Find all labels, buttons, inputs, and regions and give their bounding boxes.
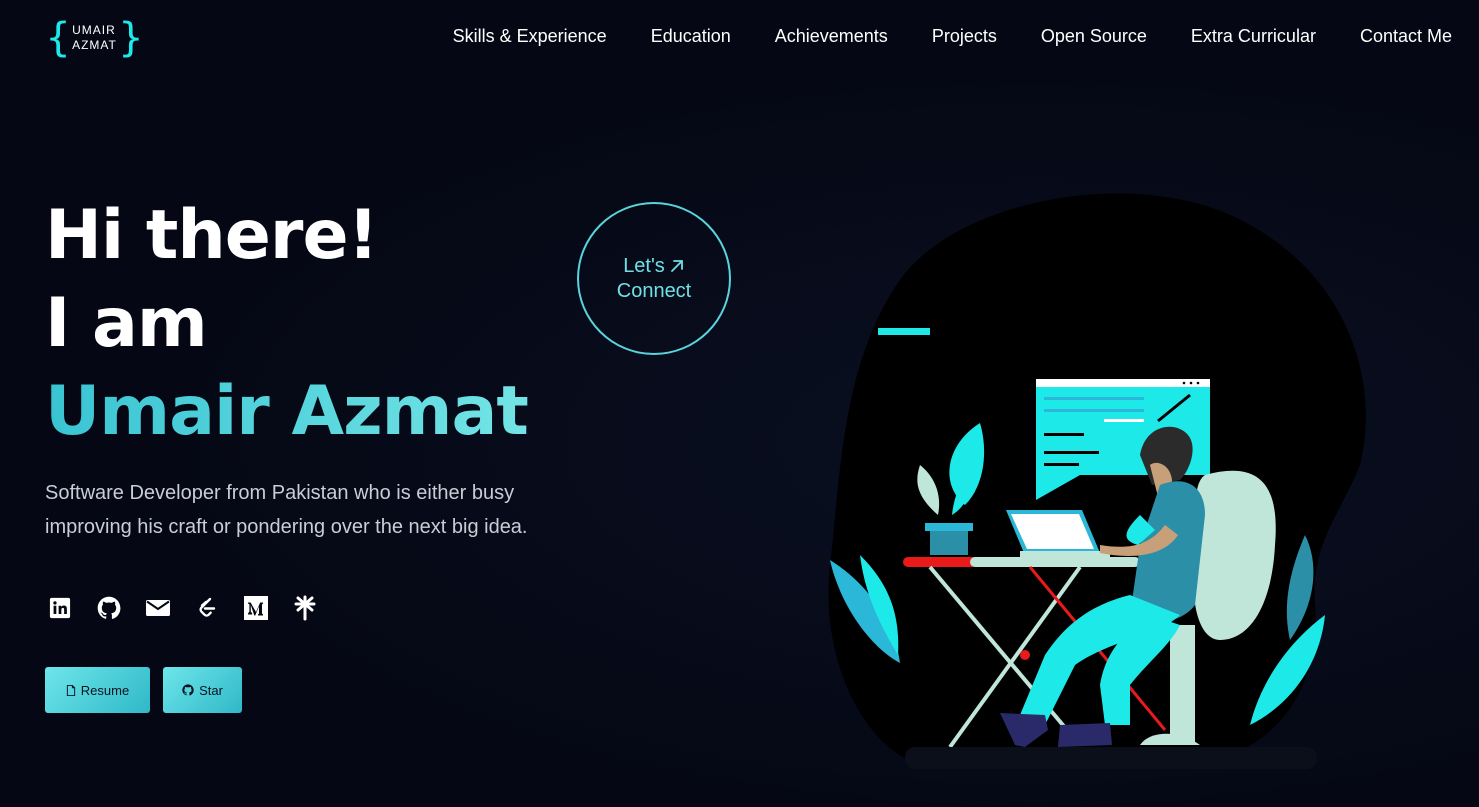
nav-projects[interactable]: Projects [932,26,997,47]
hero-heading: Hi there! I am Umair Azmat [45,192,585,456]
site-header: { UMAIR AZMAT } Skills & Experience Educ… [0,0,1479,76]
connect-row: Let's [623,254,685,279]
logo[interactable]: { UMAIR AZMAT } [46,14,143,62]
lets-connect-button[interactable]: Let's Connect [577,202,731,355]
logo-text: UMAIR AZMAT [72,23,117,53]
connect-line-1: Let's [623,254,665,277]
desk-top [970,557,1140,567]
desk-joint [1020,650,1030,660]
action-buttons: Resume Star [45,667,242,713]
nav-education[interactable]: Education [651,26,731,47]
hero-section: Hi there! I am Umair Azmat Software Deve… [45,192,585,544]
nav-skills-experience[interactable]: Skills & Experience [453,26,607,47]
social-links [47,595,341,621]
nav-extra-curricular[interactable]: Extra Curricular [1191,26,1316,47]
hero-intro: I am [45,284,208,363]
logo-brace-right: } [118,15,143,61]
github-icon[interactable] [96,595,122,621]
floor [905,747,1317,769]
logo-brace-left: { [46,15,71,61]
hero-description: Software Developer from Pakistan who is … [45,482,528,538]
logo-line-2: AZMAT [72,38,117,52]
hero-name: Umair Azmat [45,368,585,456]
connect-line-2: Connect [616,279,692,302]
nav-open-source[interactable]: Open Source [1041,26,1147,47]
nav-achievements[interactable]: Achievements [775,26,888,47]
star-label: Star [199,682,223,698]
arrow-up-right-icon [670,260,683,272]
logo-line-1: UMAIR [72,23,116,37]
resume-label: Resume [80,682,130,698]
linkedin-icon[interactable] [47,595,73,621]
accent-dash [878,328,930,335]
nav-contact-me[interactable]: Contact Me [1360,26,1452,47]
leetcode-icon[interactable] [194,595,220,621]
desk-red [903,557,978,567]
resume-button[interactable]: Resume [45,667,150,713]
developer-illustration [828,193,1366,769]
github-small-icon [182,684,194,696]
file-pdf-icon [66,684,75,696]
main-nav: Skills & Experience Education Achievemen… [409,26,1452,47]
linktree-icon[interactable] [292,595,318,621]
mail-icon[interactable] [145,595,171,621]
medium-icon[interactable] [243,595,269,621]
hero-greeting: Hi there! [45,196,379,275]
star-button[interactable]: Star [163,667,242,713]
